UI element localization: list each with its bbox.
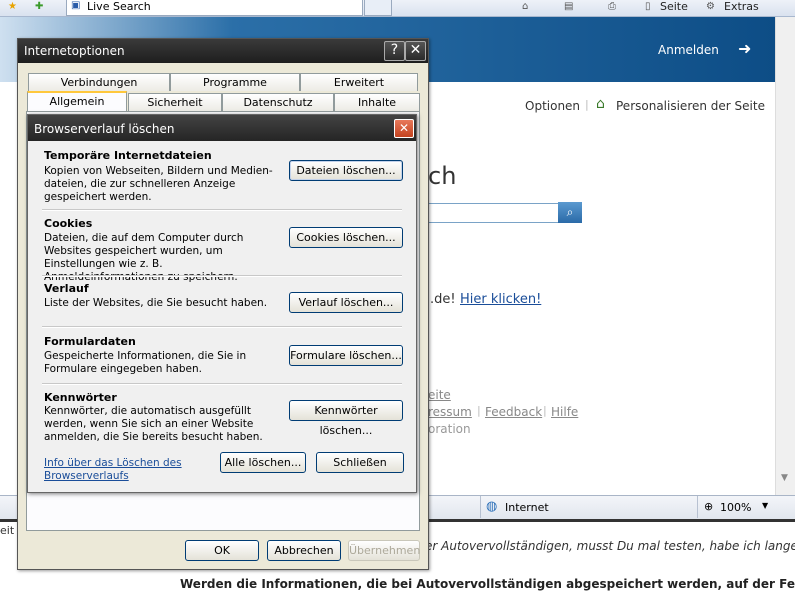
apply-button[interactable]: Übernehmen (348, 540, 420, 561)
divider (480, 496, 481, 518)
promo-link[interactable]: Hier klicken! (460, 292, 541, 307)
delete-cookies-button[interactable]: Cookies löschen... (289, 227, 403, 248)
section-desc-passwords: Kennwörter, die automatisch ausgefüllt w… (44, 405, 263, 443)
feedback-link[interactable]: Feedback (485, 405, 542, 419)
section-title-cookies: Cookies (44, 217, 93, 230)
zoom-icon[interactable]: ⊕ (704, 500, 713, 513)
divider (42, 326, 402, 328)
section-title-form-data: Formulardaten (44, 335, 136, 348)
page-menu[interactable]: Seite (660, 0, 688, 13)
dialog-title: Browserverlauf löschen (34, 122, 175, 136)
delete-history-button[interactable]: Verlauf löschen... (289, 292, 403, 313)
search-icon[interactable]: ⌕ (558, 202, 582, 223)
dialog-titlebar[interactable]: Internetoptionen ? ✕ (18, 39, 428, 63)
tab-title: Live Search (87, 0, 151, 13)
search-input[interactable] (428, 203, 560, 223)
info-link[interactable]: Info über das Löschen des Browserverlauf… (44, 457, 194, 483)
tab-inhalte[interactable]: Inhalte (334, 93, 420, 111)
tab-allgemein[interactable]: Allgemein (27, 91, 127, 111)
divider: | (543, 404, 547, 417)
cancel-button[interactable]: Abbrechen (267, 540, 341, 561)
footer-text: oration (428, 422, 471, 436)
zoom-dropdown-icon[interactable]: ▼ (762, 501, 768, 510)
delete-files-button[interactable]: Dateien löschen... (289, 160, 403, 181)
globe-icon: ◍ (486, 499, 498, 514)
help-link[interactable]: Hilfe (551, 405, 578, 419)
home-icon: ⌂ (596, 96, 605, 112)
delete-forms-button[interactable]: Formulare löschen... (289, 345, 403, 366)
dialog-titlebar[interactable]: Browserverlauf löschen ✕ (28, 115, 416, 141)
page-scrollbar[interactable]: ▼ (775, 17, 795, 495)
scroll-down-icon[interactable]: ▼ (781, 473, 788, 483)
delete-passwords-button[interactable]: Kennwörter löschen... (289, 400, 403, 437)
partial-text: eit (0, 524, 15, 537)
footer-link[interactable]: ressum (428, 405, 472, 419)
divider: | (477, 404, 481, 417)
dialog-title: Internetoptionen (24, 44, 125, 58)
tools-menu[interactable]: Extras (724, 0, 759, 13)
section-title-history: Verlauf (44, 282, 89, 295)
new-tab-button[interactable] (364, 0, 392, 16)
favorites-star-icon[interactable]: ★ (8, 1, 17, 12)
print-icon[interactable]: ⎙ (608, 1, 616, 12)
tab-datenschutz[interactable]: Datenschutz (222, 93, 334, 111)
help-button[interactable]: ? (384, 41, 405, 61)
signin-icon[interactable]: ➜ (738, 39, 751, 58)
delete-all-button[interactable]: Alle löschen... (220, 452, 306, 473)
search-heading: ch (428, 162, 457, 190)
personalize-link[interactable]: Personalisieren der Seite (616, 99, 765, 113)
promo-text: .de! (430, 292, 456, 307)
signin-link[interactable]: Anmelden (658, 43, 719, 57)
page-text-line: Werden die Informationen, die bei Autove… (180, 577, 795, 591)
tab-verbindungen[interactable]: Verbindungen (28, 73, 170, 91)
home-icon[interactable]: ⌂ (522, 1, 528, 12)
ok-button[interactable]: OK (185, 540, 259, 561)
divider: | (585, 98, 589, 111)
tab-erweitert[interactable]: Erweitert (300, 73, 418, 91)
divider (697, 496, 698, 518)
ie-toolbar: ★ ✚ ▣ Live Search ⌂ ▤ ⎙ ▯ Seite ⚙ Extras (0, 0, 795, 17)
page-icon: ▣ (71, 0, 81, 11)
page-text-line: er Autovervollständigen, musst Du mal te… (425, 539, 795, 553)
close-button[interactable]: ✕ (405, 41, 426, 61)
delete-history-dialog: Browserverlauf löschen ✕ Temporäre Inter… (27, 114, 417, 493)
options-link[interactable]: Optionen (525, 99, 580, 113)
section-title-temp-files: Temporäre Internetdateien (44, 149, 212, 162)
zone-label: Internet (505, 501, 549, 514)
close-button[interactable]: ✕ (394, 119, 414, 138)
browser-tab[interactable]: ▣ Live Search (66, 0, 363, 16)
divider (42, 383, 402, 385)
section-title-passwords: Kennwörter (44, 391, 117, 404)
section-desc-temp-files: Kopien von Webseiten, Bildern und Medien… (44, 165, 273, 203)
tab-sicherheit[interactable]: Sicherheit (128, 93, 222, 111)
tab-programme[interactable]: Programme (170, 73, 300, 91)
tools-gear-icon: ⚙ (706, 1, 715, 12)
footer-link[interactable]: eite (428, 388, 451, 402)
divider (42, 275, 402, 277)
section-desc-form-data: Gespeicherte Informationen, die Sie in F… (44, 350, 247, 375)
feeds-icon[interactable]: ▤ (564, 1, 573, 12)
section-desc-history: Liste der Websites, die Sie besucht habe… (44, 297, 268, 309)
page-icon: ▯ (645, 1, 651, 12)
zoom-level[interactable]: 100% (720, 501, 751, 514)
close-dialog-button[interactable]: Schließen (316, 452, 404, 473)
add-favorite-icon[interactable]: ✚ (35, 1, 43, 12)
divider (42, 209, 402, 211)
